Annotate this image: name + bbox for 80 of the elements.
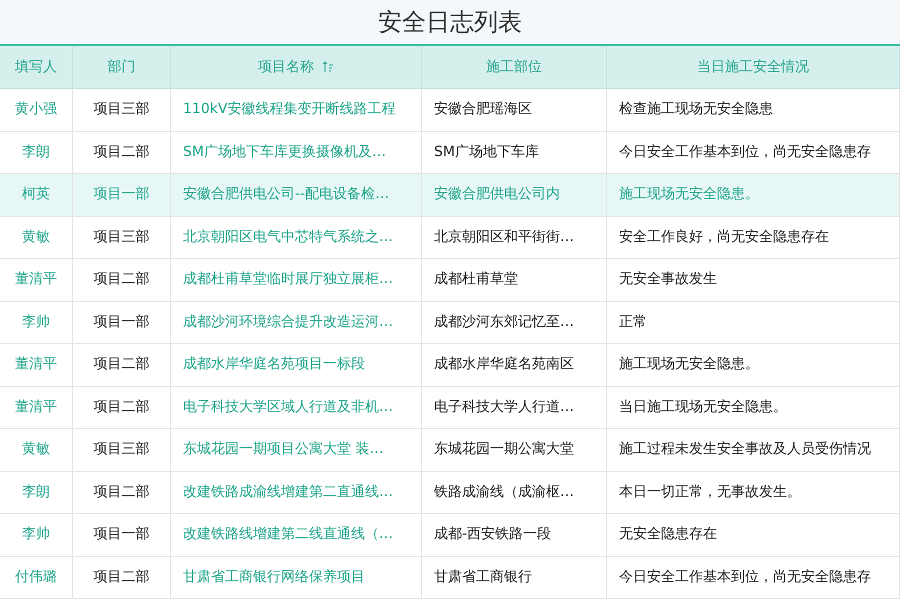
- safety-status-cell-text: 今日安全工作基本到位，尚无安全隐患存: [619, 142, 871, 162]
- safety-status-cell-text: 今日安全工作基本到位，尚无安全隐患存: [619, 568, 871, 587]
- column-header: 部门: [108, 58, 136, 76]
- project-link[interactable]: 成都沙河环境综合提升改造运河…: [183, 312, 393, 333]
- safety-status-cell-text: 安全工作良好，尚无安全隐患存在: [619, 228, 829, 247]
- author-link[interactable]: 黄敏: [22, 226, 50, 248]
- project-link[interactable]: 安徽合肥供电公司--配电设备检…: [183, 184, 390, 206]
- department-cell-text: 项目二部: [94, 270, 150, 290]
- department-cell-text: 项目三部: [94, 100, 150, 120]
- site-cell-text: 东城花园一期公寓大堂: [434, 440, 574, 460]
- table-row[interactable]: 黄敏 项目三部 北京朝阳区电气中芯特气系统之… 北京朝阳区和平街街… 安全工作良好，尚无安全隐患存在: [0, 216, 900, 259]
- department-cell-text: 项目二部: [94, 482, 150, 502]
- safety-status-cell-text: 当日施工现场无安全隐患。: [619, 398, 787, 417]
- project-link[interactable]: 电子科技大学区域人行道及非机…: [183, 396, 393, 418]
- project-link[interactable]: 东城花园一期项目公寓大堂 装…: [183, 439, 384, 460]
- author-link[interactable]: 李帅: [22, 312, 50, 333]
- author-link[interactable]: 李帅: [22, 524, 50, 546]
- table-row[interactable]: 董清平 项目二部 电子科技大学区域人行道及非机… 电子科技大学人行道… 当日施工现场无安全隐患。: [0, 386, 900, 429]
- safety-status-cell-text: 正常: [619, 312, 647, 332]
- author-link[interactable]: 李朗: [22, 142, 50, 163]
- table-row[interactable]: 李朗 项目二部 改建铁路成渝线增建第二直通线… 铁路成渝线（成渝枢… 本日一切正常，无事故发生。: [0, 472, 900, 514]
- table-row[interactable]: 董清平 项目二部 成都杜甫草堂临时展厅独立展柜… 成都杜甫草堂 无安全事故发生: [0, 259, 900, 302]
- safety-status-cell-text: 施工现场无安全隐患。: [619, 355, 759, 374]
- column-header: 当日施工安全情况: [697, 58, 809, 76]
- department-cell-text: 项目一部: [94, 185, 150, 204]
- table-row[interactable]: 李朗 项目二部 SM广场地下车库更换摄像机及… SM广场地下车库 今日安全工作基本到位，尚无安全隐患存: [0, 132, 900, 174]
- department-cell-text: 项目三部: [94, 440, 150, 460]
- table-row[interactable]: 黄敏 项目三部 东城花园一期项目公寓大堂 装… 东城花园一期公寓大堂 施工过程未发生安全事故及人员受伤情况: [0, 429, 900, 472]
- site-cell-text: SM广场地下车库: [434, 142, 539, 162]
- column-header: 填写人: [15, 58, 57, 76]
- project-link[interactable]: 110kV安徽线程集变开断线路工程: [183, 99, 396, 120]
- department-cell-text: 项目二部: [94, 398, 150, 417]
- author-link[interactable]: 董清平: [15, 396, 57, 418]
- table-row[interactable]: 黄小强 项目三部 110kV安徽线程集变开断线路工程 安徽合肥瑶海区 检查施工现场无安全隐患: [0, 89, 900, 132]
- column-header: 项目名称: [258, 58, 314, 76]
- author-link[interactable]: 李朗: [22, 482, 50, 503]
- safety-status-cell-text: 施工过程未发生安全事故及人员受伤情况: [619, 440, 871, 460]
- safety-status-cell-text: 无安全隐患存在: [619, 525, 717, 544]
- department-cell-text: 项目二部: [94, 355, 150, 374]
- author-link[interactable]: 柯英: [22, 184, 50, 206]
- site-cell-text: 成都杜甫草堂: [434, 270, 518, 290]
- safety-status-cell-text: 本日一切正常，无事故发生。: [619, 482, 801, 502]
- column-header: 施工部位: [486, 58, 542, 76]
- site-cell-text: 成都沙河东郊记忆至…: [434, 312, 574, 332]
- author-link[interactable]: 付伟璐: [15, 566, 57, 588]
- site-cell-text: 安徽合肥瑶海区: [434, 100, 532, 120]
- safety-status-cell-text: 施工现场无安全隐患。: [619, 185, 759, 204]
- project-link[interactable]: 甘肃省工商银行网络保养项目: [183, 566, 365, 588]
- department-cell-text: 项目二部: [94, 568, 150, 587]
- project-link[interactable]: 成都杜甫草堂临时展厅独立展柜…: [183, 269, 393, 290]
- safety-status-cell-text: 检查施工现场无安全隐患: [619, 100, 773, 120]
- project-link[interactable]: 改建铁路线增建第二线直通线（…: [183, 524, 393, 546]
- department-cell-text: 项目一部: [94, 525, 150, 544]
- author-link[interactable]: 黄小强: [15, 99, 57, 120]
- safety-status-cell-text: 无安全事故发生: [619, 270, 717, 290]
- site-cell-text: 甘肃省工商银行: [434, 568, 532, 587]
- table-row[interactable]: 付伟璐 项目二部 甘肃省工商银行网络保养项目 甘肃省工商银行 今日安全工作基本到位，尚无安全隐患存: [0, 556, 900, 599]
- site-cell-text: 安徽合肥供电公司内: [434, 185, 560, 204]
- project-link[interactable]: 成都水岸华庭名苑项目一标段: [183, 354, 365, 376]
- project-link[interactable]: 北京朝阳区电气中芯特气系统之…: [183, 226, 393, 248]
- table-row[interactable]: 柯英 项目一部 安徽合肥供电公司--配电设备检… 安徽合肥供电公司内 施工现场无安全隐患。: [0, 174, 900, 216]
- site-cell-text: 成都水岸华庭名苑南区: [434, 355, 574, 374]
- department-cell-text: 项目一部: [94, 312, 150, 332]
- site-cell-text: 成都-西安铁路一段: [434, 525, 552, 544]
- author-link[interactable]: 董清平: [15, 354, 57, 376]
- department-cell-text: 项目三部: [94, 228, 150, 247]
- department-cell-text: 项目二部: [94, 142, 150, 162]
- author-link[interactable]: 黄敏: [22, 439, 50, 460]
- table-row[interactable]: 董清平 项目二部 成都水岸华庭名苑项目一标段 成都水岸华庭名苑南区 施工现场无安全隐患。: [0, 344, 900, 386]
- header-cell[interactable]: 项目名称: [171, 46, 422, 88]
- site-cell-text: 铁路成渝线（成渝枢…: [434, 482, 574, 502]
- site-cell-text: 北京朝阳区和平街街…: [434, 228, 574, 247]
- site-cell-text: 电子科技大学人行道…: [434, 398, 574, 417]
- page-title: 安全日志列表: [378, 7, 522, 38]
- author-link[interactable]: 董清平: [15, 269, 57, 290]
- sort-icon[interactable]: [322, 61, 334, 73]
- project-link[interactable]: SM广场地下车库更换摄像机及…: [183, 142, 386, 163]
- project-link[interactable]: 改建铁路成渝线增建第二直通线…: [183, 482, 393, 503]
- table-row[interactable]: 李帅 项目一部 成都沙河环境综合提升改造运河… 成都沙河东郊记忆至… 正常: [0, 302, 900, 344]
- table-row[interactable]: 李帅 项目一部 改建铁路线增建第二线直通线（… 成都-西安铁路一段 无安全隐患存在: [0, 514, 900, 556]
